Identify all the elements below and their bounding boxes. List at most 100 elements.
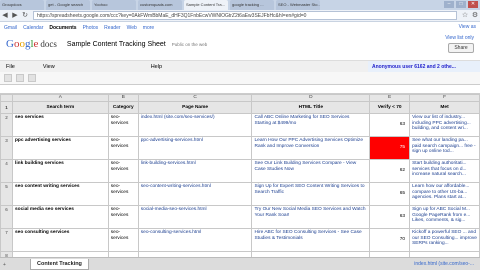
browser-tab[interactable]: get - Google search: [46, 0, 90, 10]
verify-cell[interactable]: 70: [369, 228, 411, 252]
browser-tab[interactable]: Groupdocs: [0, 0, 44, 10]
column-header-e[interactable]: E: [369, 94, 411, 102]
html-title-cell[interactable]: Hire ABC for SEO Consulting Services - S…: [251, 228, 371, 252]
menu-file[interactable]: File: [6, 64, 15, 70]
back-icon[interactable]: ◀: [0, 11, 10, 20]
view-list-link[interactable]: View list only: [445, 35, 474, 41]
google-bar-item[interactable]: Calendar: [23, 25, 43, 31]
page-name-cell[interactable]: index.html (site.com/seo-services/): [137, 113, 253, 137]
cell-preview-link[interactable]: index.html (site.com/seo-...: [414, 261, 474, 267]
browser-tab[interactable]: customquads.com: [138, 0, 182, 10]
browser-tab[interactable]: Yoohoo: [92, 0, 136, 10]
maximize-icon[interactable]: □: [456, 1, 466, 8]
browser-tab-bar: Groupdocs get - Google search Yoohoo custom…: [0, 0, 480, 10]
google-bar-item[interactable]: Photos: [83, 25, 99, 31]
sheet-tab-content-tracking[interactable]: Content Tracking: [30, 258, 89, 270]
html-title-cell[interactable]: Learn How Our PPC Advertising Services O…: [251, 136, 371, 160]
undo-icon[interactable]: [16, 74, 24, 82]
column-header-b[interactable]: B: [107, 94, 139, 102]
category-cell[interactable]: seo-services: [107, 205, 139, 229]
toolbar: [0, 72, 480, 85]
page-name-cell[interactable]: social-media-seo-services.html: [137, 205, 253, 229]
verify-cell[interactable]: 62: [369, 159, 411, 183]
meta-cell[interactable]: View our list of industry... including P…: [409, 113, 480, 137]
search-term-cell[interactable]: social media seo services: [11, 205, 109, 229]
browser-tab[interactable]: Sample Content Tra...: [184, 0, 228, 10]
reload-icon[interactable]: ↻: [20, 11, 30, 20]
google-bar-item[interactable]: Gmail: [4, 25, 17, 31]
formula-bar[interactable]: [0, 85, 480, 94]
table-row: 6 social media seo services seo-services so…: [0, 205, 480, 229]
page-name-cell[interactable]: link-building-services.html: [137, 159, 253, 183]
table-row: 2 seo services seo-services index.html (sit…: [0, 113, 480, 137]
verify-cell[interactable]: 63: [369, 205, 411, 229]
header-cell[interactable]: Page Name: [137, 101, 253, 114]
search-term-cell[interactable]: ppc advertising services: [11, 136, 109, 160]
verify-cell[interactable]: 75: [369, 136, 411, 160]
header-cell[interactable]: HTML Title: [251, 101, 371, 114]
verify-cell[interactable]: 65: [369, 182, 411, 206]
row-number[interactable]: 5: [0, 182, 13, 206]
google-bar-item[interactable]: Web: [127, 25, 137, 31]
menu-help[interactable]: Help: [151, 64, 162, 70]
google-docs-logo[interactable]: Google docs: [6, 38, 57, 50]
redo-icon[interactable]: [28, 74, 36, 82]
page-name-cell[interactable]: seo-content-writing-services.html: [137, 182, 253, 206]
google-bar-item[interactable]: more: [143, 25, 154, 31]
sheet-add-icon[interactable]: +: [3, 262, 8, 268]
close-icon[interactable]: ✕: [468, 1, 478, 8]
category-cell[interactable]: seo-services: [107, 136, 139, 160]
header-cell[interactable]: Verify < 70: [369, 101, 411, 114]
column-header-f[interactable]: F: [409, 94, 480, 102]
view-as-link[interactable]: View as: [459, 23, 476, 32]
star-icon[interactable]: ☆: [460, 11, 470, 20]
category-cell[interactable]: seo-services: [107, 113, 139, 137]
row-number[interactable]: 4: [0, 159, 13, 183]
url-input[interactable]: https://spreadsheets.google.com/ccc?key=…: [33, 11, 457, 20]
forward-icon[interactable]: ▶: [10, 11, 20, 20]
meta-cell[interactable]: Start building authoritati... services t…: [409, 159, 480, 183]
page-name-cell[interactable]: ppc-advertising-services.html: [137, 136, 253, 160]
meta-cell[interactable]: Sign up for ABC Social M... Google PageR…: [409, 205, 480, 229]
html-title-cell[interactable]: Call ABC Online Marketing for SEO Servic…: [251, 113, 371, 137]
html-title-cell[interactable]: See Our Link Building Services Compare -…: [251, 159, 371, 183]
meta-cell[interactable]: Learn how our affordable... compare to o…: [409, 182, 480, 206]
public-status: Public on the web: [171, 41, 208, 47]
google-bar-item[interactable]: Reader: [104, 25, 120, 31]
row-number[interactable]: 6: [0, 205, 13, 229]
row-number[interactable]: 2: [0, 113, 13, 137]
verify-cell[interactable]: 63: [369, 113, 411, 137]
row-number[interactable]: 3: [0, 136, 13, 160]
html-title-cell[interactable]: Try Our New Social Media SEO Services an…: [251, 205, 371, 229]
google-bar-item[interactable]: Documents: [49, 25, 76, 31]
column-header-c[interactable]: C: [137, 94, 253, 102]
print-icon[interactable]: [4, 74, 12, 82]
share-button[interactable]: Share: [448, 43, 474, 53]
search-term-cell[interactable]: seo content writing services: [11, 182, 109, 206]
row-number[interactable]: 1: [0, 101, 13, 114]
meta-cell[interactable]: See what our landing pa... paid search c…: [409, 136, 480, 160]
header-cell[interactable]: Met: [409, 101, 480, 114]
search-term-cell[interactable]: seo services: [11, 113, 109, 137]
column-header-a[interactable]: A: [11, 94, 109, 102]
category-cell[interactable]: seo-services: [107, 228, 139, 252]
browser-tab[interactable]: SEO - Webmaster Sto...: [276, 0, 320, 10]
column-header-d[interactable]: D: [251, 94, 371, 102]
corner-cell[interactable]: [0, 94, 13, 102]
header-cell[interactable]: Search term: [11, 101, 109, 114]
category-cell[interactable]: seo-services: [107, 182, 139, 206]
header-cell[interactable]: Category: [107, 101, 139, 114]
menu-view[interactable]: View: [43, 64, 55, 70]
document-title[interactable]: Sample Content Tracking Sheet: [67, 41, 166, 48]
page-name-cell[interactable]: seo-consulting-services.html: [137, 228, 253, 252]
meta-cell[interactable]: Kickoff a powerful SEO ... and our SEO C…: [409, 228, 480, 252]
minimize-icon[interactable]: –: [444, 1, 454, 8]
html-title-cell[interactable]: Sign Up for Expert SEO Content Writing S…: [251, 182, 371, 206]
browser-tab[interactable]: google tracking ...: [230, 0, 274, 10]
search-term-cell[interactable]: seo consulting services: [11, 228, 109, 252]
category-cell[interactable]: seo-services: [107, 159, 139, 183]
search-term-cell[interactable]: link building services: [11, 159, 109, 183]
table-row: 3 ppc advertising services seo-services ppc…: [0, 136, 480, 160]
wrench-icon[interactable]: ⚙: [470, 11, 480, 20]
row-number[interactable]: 7: [0, 228, 13, 252]
